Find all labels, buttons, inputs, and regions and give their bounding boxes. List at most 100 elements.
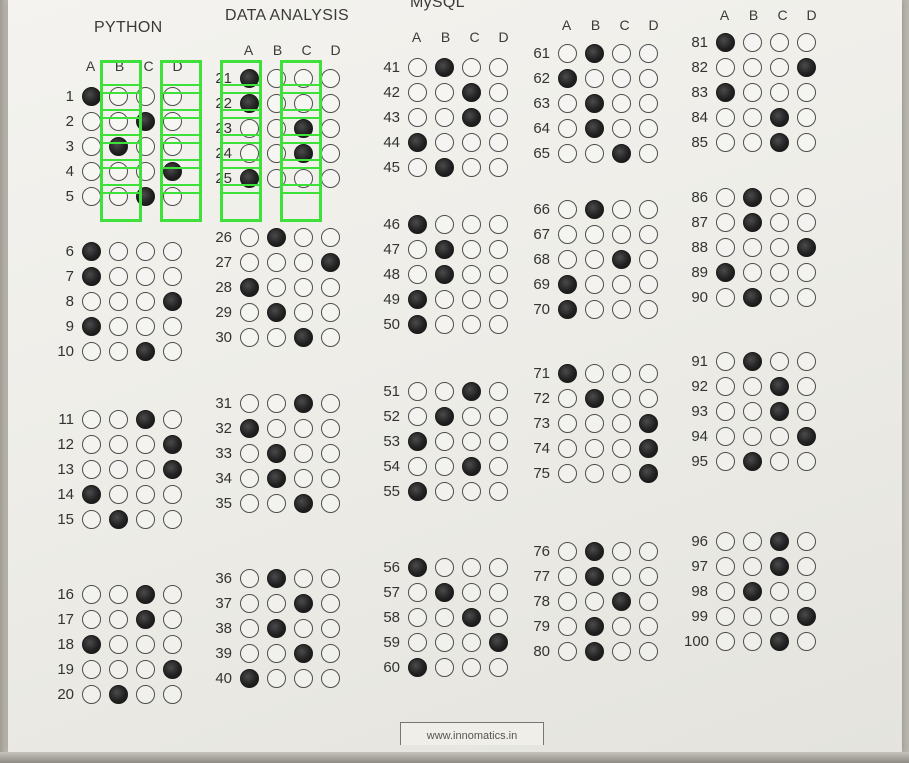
answer-bubble-b[interactable] <box>585 388 604 408</box>
answer-bubble-b[interactable] <box>585 363 604 383</box>
answer-bubble-c[interactable] <box>612 143 631 163</box>
answer-bubble-c[interactable] <box>612 541 631 561</box>
answer-bubble-a[interactable] <box>558 463 577 483</box>
answer-bubble-d[interactable] <box>489 481 508 501</box>
answer-bubble-c[interactable] <box>770 556 789 576</box>
answer-bubble-a[interactable] <box>82 459 101 479</box>
answer-bubble-a[interactable] <box>558 299 577 319</box>
answer-bubble-d[interactable] <box>639 566 658 586</box>
answer-bubble-a[interactable] <box>558 591 577 611</box>
answer-bubble-a[interactable] <box>82 434 101 454</box>
answer-bubble-a[interactable] <box>240 327 259 347</box>
answer-bubble-b[interactable] <box>585 93 604 113</box>
answer-bubble-d[interactable] <box>639 363 658 383</box>
answer-bubble-d[interactable] <box>797 32 816 52</box>
answer-bubble-d[interactable] <box>489 431 508 451</box>
answer-bubble-c[interactable] <box>612 199 631 219</box>
answer-bubble-c[interactable] <box>612 591 631 611</box>
answer-bubble-b[interactable] <box>743 376 762 396</box>
answer-bubble-b[interactable] <box>585 249 604 269</box>
answer-bubble-d[interactable] <box>321 443 340 463</box>
answer-bubble-c[interactable] <box>136 266 155 286</box>
answer-bubble-c[interactable] <box>462 632 481 652</box>
answer-bubble-b[interactable] <box>109 659 128 679</box>
answer-bubble-b[interactable] <box>109 291 128 311</box>
answer-bubble-a[interactable] <box>408 481 427 501</box>
answer-bubble-c[interactable] <box>770 606 789 626</box>
answer-bubble-b[interactable] <box>267 327 286 347</box>
answer-bubble-b[interactable] <box>267 568 286 588</box>
answer-bubble-d[interactable] <box>797 57 816 77</box>
answer-bubble-a[interactable] <box>408 456 427 476</box>
answer-bubble-c[interactable] <box>462 132 481 152</box>
answer-bubble-b[interactable] <box>585 299 604 319</box>
answer-bubble-a[interactable] <box>82 409 101 429</box>
answer-bubble-a[interactable] <box>558 199 577 219</box>
answer-bubble-a[interactable] <box>558 641 577 661</box>
answer-bubble-a[interactable] <box>408 431 427 451</box>
answer-bubble-c[interactable] <box>294 618 313 638</box>
answer-bubble-c[interactable] <box>294 643 313 663</box>
answer-bubble-d[interactable] <box>639 93 658 113</box>
answer-bubble-c[interactable] <box>462 582 481 602</box>
answer-bubble-b[interactable] <box>743 82 762 102</box>
answer-bubble-d[interactable] <box>489 381 508 401</box>
answer-bubble-d[interactable] <box>489 264 508 284</box>
answer-bubble-d[interactable] <box>163 266 182 286</box>
answer-bubble-d[interactable] <box>797 581 816 601</box>
answer-bubble-c[interactable] <box>136 484 155 504</box>
answer-bubble-d[interactable] <box>163 316 182 336</box>
answer-bubble-d[interactable] <box>321 143 340 163</box>
answer-bubble-c[interactable] <box>612 93 631 113</box>
answer-bubble-b[interactable] <box>743 631 762 651</box>
answer-bubble-c[interactable] <box>136 409 155 429</box>
answer-bubble-d[interactable] <box>797 351 816 371</box>
answer-bubble-d[interactable] <box>163 341 182 361</box>
answer-bubble-c[interactable] <box>294 252 313 272</box>
answer-bubble-d[interactable] <box>163 584 182 604</box>
answer-bubble-b[interactable] <box>585 68 604 88</box>
answer-bubble-c[interactable] <box>136 634 155 654</box>
answer-bubble-c[interactable] <box>294 418 313 438</box>
answer-bubble-b[interactable] <box>743 581 762 601</box>
answer-bubble-c[interactable] <box>462 657 481 677</box>
answer-bubble-a[interactable] <box>716 426 735 446</box>
answer-bubble-b[interactable] <box>743 606 762 626</box>
answer-bubble-b[interactable] <box>435 632 454 652</box>
answer-bubble-c[interactable] <box>462 381 481 401</box>
answer-bubble-b[interactable] <box>109 684 128 704</box>
answer-bubble-a[interactable] <box>558 68 577 88</box>
answer-bubble-b[interactable] <box>585 591 604 611</box>
answer-bubble-c[interactable] <box>462 157 481 177</box>
answer-bubble-b[interactable] <box>585 438 604 458</box>
answer-bubble-b[interactable] <box>435 607 454 627</box>
answer-bubble-c[interactable] <box>462 82 481 102</box>
answer-bubble-b[interactable] <box>267 668 286 688</box>
answer-bubble-a[interactable] <box>558 541 577 561</box>
answer-bubble-b[interactable] <box>743 132 762 152</box>
answer-bubble-c[interactable] <box>612 249 631 269</box>
answer-bubble-b[interactable] <box>435 657 454 677</box>
answer-bubble-c[interactable] <box>770 82 789 102</box>
answer-bubble-b[interactable] <box>585 118 604 138</box>
answer-bubble-c[interactable] <box>136 341 155 361</box>
answer-bubble-b[interactable] <box>267 227 286 247</box>
answer-bubble-a[interactable] <box>716 531 735 551</box>
answer-bubble-c[interactable] <box>294 468 313 488</box>
answer-bubble-b[interactable] <box>435 264 454 284</box>
answer-bubble-d[interactable] <box>163 291 182 311</box>
answer-bubble-d[interactable] <box>797 451 816 471</box>
answer-bubble-a[interactable] <box>408 381 427 401</box>
answer-bubble-a[interactable] <box>716 606 735 626</box>
answer-bubble-a[interactable] <box>558 566 577 586</box>
answer-bubble-a[interactable] <box>240 668 259 688</box>
answer-bubble-d[interactable] <box>321 168 340 188</box>
answer-bubble-a[interactable] <box>716 401 735 421</box>
answer-bubble-c[interactable] <box>294 277 313 297</box>
answer-bubble-a[interactable] <box>82 186 101 206</box>
answer-bubble-d[interactable] <box>797 212 816 232</box>
answer-bubble-d[interactable] <box>639 224 658 244</box>
answer-bubble-d[interactable] <box>639 591 658 611</box>
answer-bubble-d[interactable] <box>489 239 508 259</box>
answer-bubble-a[interactable] <box>716 631 735 651</box>
